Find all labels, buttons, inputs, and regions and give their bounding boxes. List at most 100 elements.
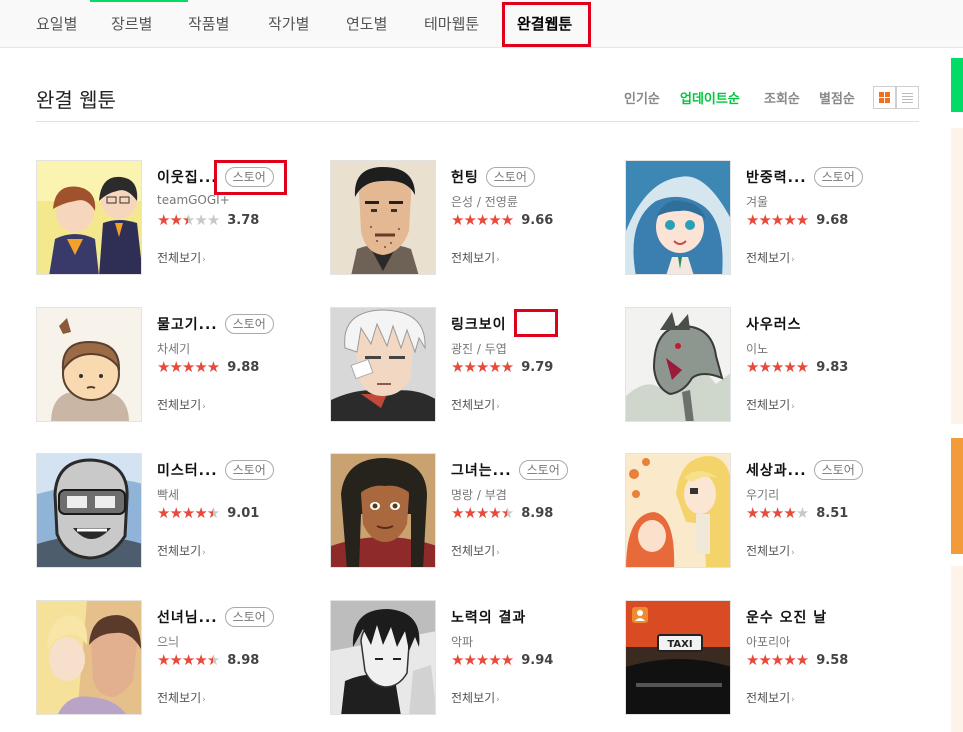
view-all-link[interactable]: 전체보기› (451, 249, 500, 266)
view-all-link[interactable]: 전체보기› (746, 542, 795, 559)
tab-title[interactable]: 작품별 (188, 0, 229, 48)
view-all-label: 전체보기 (451, 251, 496, 265)
webtoon-title[interactable]: 헌팅 (451, 167, 479, 187)
store-badge[interactable]: 스토어 (224, 607, 274, 627)
star-rating-icon: ★★★★★ (157, 504, 220, 522)
webtoon-card[interactable]: 노력의 결과악파 ★★★★★ 9.94 전체보기› (330, 600, 610, 716)
title-row: 세상과... 스토어 (746, 459, 863, 481)
webtoon-thumbnail[interactable] (36, 307, 142, 422)
webtoon-thumbnail[interactable]: TAXI (625, 600, 731, 715)
sort-rating[interactable]: 별점순 (819, 88, 855, 107)
webtoon-title[interactable]: 선녀님... (157, 607, 218, 627)
star-rating-icon: ★★★★★ (746, 211, 809, 229)
chevron-right-icon: › (791, 255, 795, 265)
tab-daily[interactable]: 요일별 (36, 0, 77, 48)
webtoon-card[interactable]: 세상과... 스토어 우기리 ★★★★★ 8.51 전체보기› (625, 453, 905, 569)
webtoon-card[interactable]: 그녀는... 스토어 명랑 / 부겸 ★★★★★ 8.98 전체보기› (330, 453, 610, 569)
webtoon-title[interactable]: 세상과... (746, 460, 807, 480)
rating-row: ★★★★★ 8.51 (746, 504, 848, 522)
rating-row: ★★★★★ 9.94 (451, 651, 553, 669)
view-all-link[interactable]: 전체보기› (746, 689, 795, 706)
webtoon-thumbnail[interactable] (625, 453, 731, 568)
webtoon-title[interactable]: 사우러스 (746, 314, 802, 334)
store-badge[interactable]: 스토어 (518, 460, 568, 480)
webtoon-title[interactable]: 링크보이 (451, 314, 507, 334)
webtoon-card[interactable]: 미스터... 스토어 빡세 ★★★★★ 9.01 전체보기› (36, 453, 316, 569)
webtoon-author: 악파 (451, 635, 474, 649)
view-all-link[interactable]: 전체보기› (451, 689, 500, 706)
webtoon-thumbnail[interactable] (625, 307, 731, 422)
tab-genre[interactable]: 장르별 (111, 0, 152, 48)
store-badge[interactable]: 스토어 (485, 167, 535, 187)
webtoon-card[interactable]: 반중력... 스토어 겨울 ★★★★★ 9.68 전체보기› (625, 160, 905, 276)
webtoon-card[interactable]: 사우러스 이노 ★★★★★ 9.83 전체보기› (625, 307, 905, 423)
chevron-right-icon: › (791, 402, 795, 412)
highlight-store-badge (214, 160, 287, 195)
webtoon-card[interactable]: 물고기... 스토어 차세기 ★★★★★ 9.88 전체보기› (36, 307, 316, 423)
grid-view-icon[interactable] (873, 86, 896, 109)
webtoon-thumbnail[interactable] (36, 160, 142, 275)
webtoon-card[interactable]: 선녀님... 스토어 으늬 ★★★★★ 8.98 전체보기› (36, 600, 316, 716)
title-row: 물고기... 스토어 (157, 313, 274, 335)
star-rating-icon: ★★★★★ (157, 211, 220, 229)
webtoon-thumbnail[interactable] (330, 453, 436, 568)
taxi-sign: TAXI (667, 639, 692, 650)
view-all-link[interactable]: 전체보기› (157, 542, 206, 559)
sort-popular[interactable]: 인기순 (624, 88, 660, 107)
side-bar-cream-2 (951, 566, 963, 732)
rating-score: 9.94 (521, 652, 554, 668)
webtoon-thumbnail[interactable] (330, 160, 436, 275)
highlight-empty-box (514, 309, 558, 337)
webtoon-thumbnail[interactable] (330, 600, 436, 715)
star-rating-icon: ★★★★★ (451, 651, 514, 669)
view-all-link[interactable]: 전체보기› (451, 396, 500, 413)
webtoon-thumbnail[interactable] (330, 307, 436, 422)
rating-row: ★★★★★ 9.58 (746, 651, 848, 669)
rating-score: 9.01 (227, 505, 260, 521)
webtoon-title[interactable]: 그녀는... (451, 460, 512, 480)
tab-theme[interactable]: 테마웹툰 (424, 0, 479, 48)
view-all-label: 전체보기 (451, 398, 496, 412)
webtoon-title[interactable]: 물고기... (157, 314, 218, 334)
webtoon-author: teamGOGI+ (157, 193, 230, 207)
rating-row: ★★★★★ 8.98 (451, 504, 553, 522)
rating-score: 8.51 (816, 505, 849, 521)
title-row: 사우러스 (746, 313, 802, 335)
store-badge[interactable]: 스토어 (224, 460, 274, 480)
webtoon-thumbnail[interactable] (36, 453, 142, 568)
store-badge[interactable]: 스토어 (813, 167, 863, 187)
webtoon-title[interactable]: 운수 오진 날 (746, 607, 827, 627)
webtoon-title[interactable]: 노력의 결과 (451, 607, 526, 627)
view-all-link[interactable]: 전체보기› (746, 396, 795, 413)
webtoon-title[interactable]: 이웃집... (157, 167, 218, 187)
webtoon-thumbnail[interactable] (36, 600, 142, 715)
tab-year[interactable]: 연도별 (346, 0, 387, 48)
webtoon-title[interactable]: 미스터... (157, 460, 218, 480)
view-all-link[interactable]: 전체보기› (157, 249, 206, 266)
star-rating-icon: ★★★★★ (746, 358, 809, 376)
webtoon-card[interactable]: TAXI 운수 오진 날 아포리아 ★★★★★ 9.58 전체보기› (625, 600, 905, 716)
webtoon-title[interactable]: 반중력... (746, 167, 807, 187)
webtoon-card[interactable]: 링크보이 광진 / 두엽 ★★★★★ 9.79 전체보기› (330, 307, 610, 423)
rating-score: 3.78 (227, 212, 260, 228)
store-badge[interactable]: 스토어 (224, 314, 274, 334)
rating-row: ★★★★★ 3.78 (157, 211, 259, 229)
webtoon-thumbnail[interactable] (625, 160, 731, 275)
side-bar-orange (951, 438, 963, 554)
view-all-link[interactable]: 전체보기› (157, 689, 206, 706)
sort-update[interactable]: 업데이트순 (680, 88, 740, 107)
view-all-link[interactable]: 전체보기› (746, 249, 795, 266)
sort-views[interactable]: 조회순 (764, 88, 800, 107)
store-badge[interactable]: 스토어 (813, 460, 863, 480)
tab-author[interactable]: 작가별 (268, 0, 309, 48)
webtoon-author: 차세기 (157, 342, 191, 356)
view-all-link[interactable]: 전체보기› (157, 396, 206, 413)
view-all-label: 전체보기 (451, 691, 496, 705)
webtoon-author: 으늬 (157, 635, 180, 649)
chevron-right-icon: › (496, 695, 500, 705)
view-all-link[interactable]: 전체보기› (451, 542, 500, 559)
list-view-icon[interactable] (896, 86, 919, 109)
chevron-right-icon: › (496, 255, 500, 265)
webtoon-card[interactable]: 헌팅 스토어 은성 / 전영륜 ★★★★★ 9.66 전체보기› (330, 160, 610, 276)
webtoon-author: 은성 / 전영륜 (451, 195, 518, 209)
